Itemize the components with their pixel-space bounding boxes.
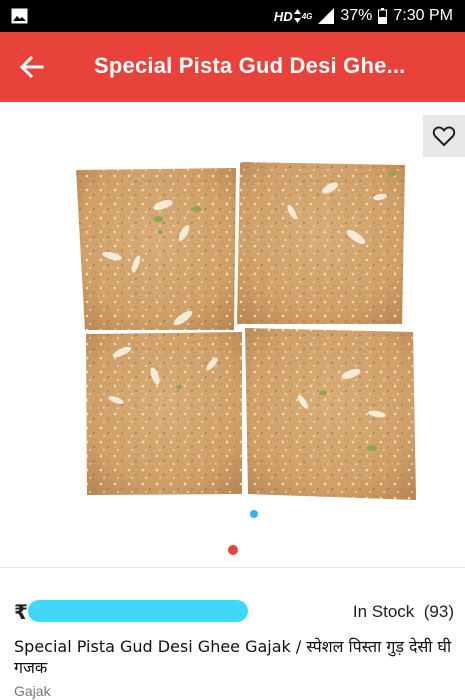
back-button[interactable] [14,51,50,83]
stock-count: (93) [423,602,454,621]
image-notification-icon [11,8,28,24]
gajak-piece [237,162,405,324]
gajak-piece [245,328,416,500]
signal-icon [318,8,335,24]
gajak-piece [76,168,236,330]
stock-status: In Stock (93) [352,602,454,621]
heart-outline-icon [432,126,456,146]
price-redaction [28,600,248,622]
status-bar: HD 4G 37% 7:30 PM [0,0,465,32]
product-image [0,102,465,567]
product-category: Gajak [14,683,51,699]
divider [0,567,465,568]
product-gallery[interactable] [0,102,465,567]
battery-percent: 37% [340,7,373,24]
wishlist-button[interactable] [423,115,465,157]
product-name: Special Pista Gud Desi Ghee Gajak / स्पे… [14,637,452,677]
clock: 7:30 PM [393,7,453,24]
data-arrows-icon [293,9,301,23]
price-row: ₹ In Stock (93) [14,600,454,624]
app-bar: Special Pista Gud Desi Ghe... [0,32,465,102]
gallery-page-indicator[interactable] [228,545,238,555]
currency-symbol: ₹ [14,600,28,624]
battery-icon [378,8,388,24]
image-indicator-dot [250,510,258,518]
network-indicator: HD 4G [273,8,313,24]
gajak-piece [86,332,242,495]
arrow-left-icon [20,56,44,78]
page-title: Special Pista Gud Desi Ghe... [94,53,406,78]
status-right: HD 4G 37% 7:30 PM [274,0,453,32]
